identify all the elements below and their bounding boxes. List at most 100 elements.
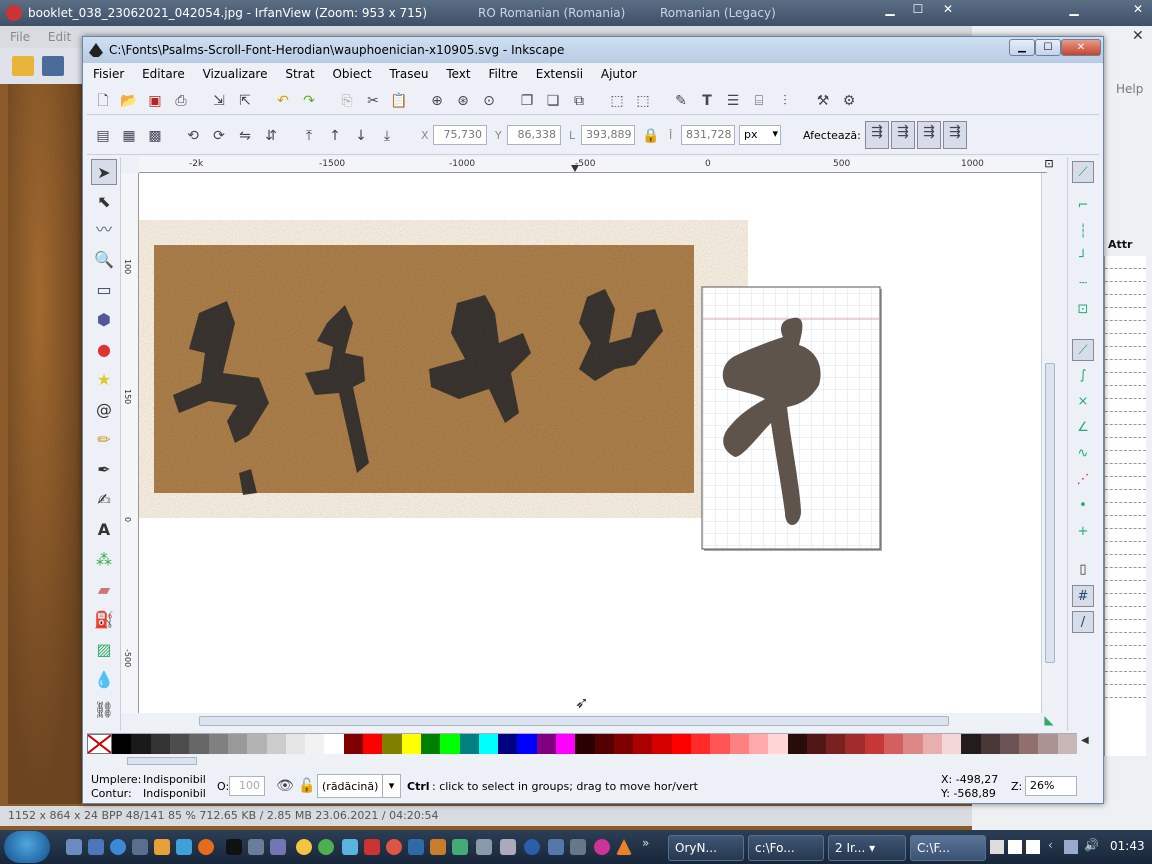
color-swatch[interactable] bbox=[903, 734, 923, 754]
color-swatch[interactable] bbox=[1057, 734, 1077, 754]
start-button[interactable] bbox=[4, 831, 50, 863]
irfan-maximize-button[interactable]: ☐ bbox=[904, 2, 932, 20]
color-swatch[interactable] bbox=[845, 734, 865, 754]
inkscape-titlebar[interactable]: C:\Fonts\Psalms-Scroll-Font-Herodian\wau… bbox=[83, 37, 1103, 63]
quicklaunch-app-icon[interactable] bbox=[570, 839, 586, 855]
duplicate-icon[interactable]: ❐ bbox=[517, 91, 537, 111]
horizontal-scrollbar[interactable] bbox=[139, 713, 1041, 729]
snap-nodes-icon[interactable]: ⟋ bbox=[1072, 339, 1094, 361]
rotate-ccw-icon[interactable]: ⟲ bbox=[183, 126, 203, 146]
xml-editor-icon[interactable]: ⌸ bbox=[749, 91, 769, 111]
opacity-field[interactable]: 100 bbox=[229, 776, 265, 796]
layers-icon[interactable]: ☰ bbox=[723, 91, 743, 111]
color-swatch[interactable] bbox=[555, 734, 576, 754]
irfan-menu-file[interactable]: File bbox=[10, 30, 30, 44]
color-swatch[interactable] bbox=[575, 734, 595, 754]
menu-layer[interactable]: Strat bbox=[285, 67, 314, 81]
cut-icon[interactable]: ✂ bbox=[363, 91, 383, 111]
color-swatch[interactable] bbox=[594, 734, 614, 754]
quicklaunch-app-icon[interactable] bbox=[296, 839, 312, 855]
lower-bottom-icon[interactable]: ⤓ bbox=[377, 126, 397, 146]
color-swatch[interactable] bbox=[710, 734, 730, 754]
color-swatch[interactable] bbox=[826, 734, 846, 754]
paste-icon[interactable]: 📋 bbox=[389, 91, 409, 111]
vertical-scroll-thumb[interactable] bbox=[1045, 363, 1055, 663]
zoom-tool-icon[interactable]: 🔍 bbox=[91, 247, 117, 273]
snap-intersections-icon[interactable]: ⨯ bbox=[1072, 391, 1094, 413]
snap-guides-icon[interactable]: / bbox=[1072, 611, 1094, 633]
snap-bbox-icon[interactable]: ⌐ bbox=[1072, 195, 1094, 217]
color-swatch[interactable] bbox=[1019, 734, 1039, 754]
snap-bbox-corner-icon[interactable]: ┘ bbox=[1072, 247, 1094, 269]
open-folder-icon[interactable] bbox=[12, 56, 34, 76]
ie-icon[interactable] bbox=[110, 839, 126, 855]
vertical-scrollbar[interactable] bbox=[1041, 173, 1057, 713]
color-swatch[interactable] bbox=[671, 734, 692, 754]
menu-view[interactable]: Vizualizare bbox=[203, 67, 268, 81]
color-swatch[interactable] bbox=[324, 734, 344, 754]
undo-icon[interactable]: ↶ bbox=[273, 91, 293, 111]
import-icon[interactable]: ⇲ bbox=[209, 91, 229, 111]
color-palette[interactable] bbox=[87, 733, 1077, 754]
affect-gradient-icon[interactable]: ⇶ bbox=[917, 121, 941, 149]
show-desktop-icon[interactable] bbox=[66, 839, 82, 855]
height-field[interactable]: 831,728 bbox=[681, 125, 735, 145]
color-swatch[interactable] bbox=[536, 734, 556, 754]
maximize-button[interactable]: ☐ bbox=[1035, 39, 1061, 56]
snap-bbox-edge-icon[interactable]: ┆ bbox=[1072, 221, 1094, 243]
color-swatch[interactable] bbox=[884, 734, 904, 754]
color-swatch[interactable] bbox=[208, 734, 228, 754]
save-icon[interactable]: ▣ bbox=[145, 91, 165, 111]
affect-corners-icon[interactable]: ⇶ bbox=[891, 121, 915, 149]
irfan-minimize-button[interactable]: ▁ bbox=[876, 2, 904, 20]
quicklaunch-app-icon[interactable] bbox=[452, 839, 468, 855]
irfan-close-button[interactable]: ✕ bbox=[934, 2, 962, 20]
color-swatch[interactable] bbox=[420, 734, 441, 754]
tweak-tool-icon[interactable]: 〰 bbox=[91, 217, 117, 243]
volume-icon[interactable]: 🔊 bbox=[1084, 838, 1099, 852]
color-swatch[interactable] bbox=[343, 734, 364, 754]
snap-bbox-midpoint-icon[interactable]: ┄ bbox=[1072, 273, 1094, 295]
palette-scroll-thumb[interactable] bbox=[127, 757, 197, 765]
spiral-tool-icon[interactable]: @ bbox=[91, 397, 117, 423]
select-all-icon[interactable]: ▤ bbox=[93, 126, 113, 146]
quicklaunch-app-icon[interactable] bbox=[548, 839, 564, 855]
color-swatch[interactable] bbox=[613, 734, 634, 754]
snap-midpoint-icon[interactable]: ⋰ bbox=[1072, 469, 1094, 491]
task-irfanview[interactable]: 2 Ir... ▾ bbox=[828, 835, 906, 861]
paint-bucket-tool-icon[interactable]: ⛽ bbox=[91, 607, 117, 633]
color-swatch[interactable] bbox=[305, 734, 325, 754]
more-icon[interactable]: » bbox=[642, 836, 649, 850]
open-icon[interactable]: 📂 bbox=[119, 91, 139, 111]
quicklaunch-app-icon[interactable] bbox=[476, 839, 492, 855]
quicklaunch-app-icon[interactable] bbox=[408, 839, 424, 855]
zoom-lock-icon[interactable]: ⊡ bbox=[1041, 157, 1057, 173]
spray-tool-icon[interactable]: ⁂ bbox=[91, 547, 117, 573]
unlink-clone-icon[interactable]: ⧉ bbox=[569, 91, 589, 111]
palette-scrollbar[interactable] bbox=[87, 755, 1079, 767]
color-swatch[interactable] bbox=[1038, 734, 1058, 754]
stroke-value[interactable]: Indisponibil bbox=[143, 787, 206, 800]
glyph-page[interactable] bbox=[701, 286, 882, 551]
snap-page-border-icon[interactable]: ▯ bbox=[1072, 559, 1094, 581]
snap-smooth-icon[interactable]: ∿ bbox=[1072, 443, 1094, 465]
task-oryn[interactable]: OryN... bbox=[668, 835, 744, 861]
width-field[interactable]: 393,889 bbox=[581, 125, 635, 145]
color-swatch[interactable] bbox=[227, 734, 248, 754]
menu-extensions[interactable]: Extensii bbox=[536, 67, 583, 81]
snap-rotation-center-icon[interactable]: + bbox=[1072, 521, 1094, 543]
3d-box-tool-icon[interactable]: ⬢ bbox=[91, 307, 117, 333]
flip-vertical-icon[interactable]: ⇵ bbox=[261, 126, 281, 146]
raise-icon[interactable]: ↑ bbox=[325, 126, 345, 146]
bg-panel-close-icon[interactable]: ✕ bbox=[1132, 28, 1144, 44]
text-font-icon[interactable]: T bbox=[697, 91, 717, 111]
menu-path[interactable]: Traseu bbox=[389, 67, 428, 81]
pencil-tool-icon[interactable]: ✏ bbox=[91, 427, 117, 453]
lower-icon[interactable]: ↓ bbox=[351, 126, 371, 146]
firefox-icon[interactable] bbox=[198, 839, 214, 855]
bg-close-button[interactable]: ✕ bbox=[1126, 2, 1150, 20]
export-icon[interactable]: ⇱ bbox=[235, 91, 255, 111]
vlc-icon[interactable] bbox=[616, 839, 632, 855]
color-swatch[interactable] bbox=[922, 734, 942, 754]
quicklaunch-app-icon[interactable] bbox=[176, 839, 192, 855]
